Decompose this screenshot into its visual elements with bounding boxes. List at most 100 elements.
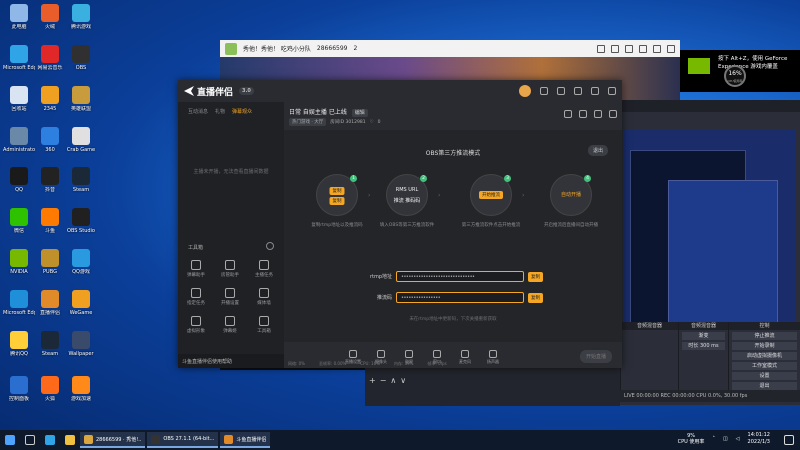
desktop-icon[interactable]: Wallpaper (65, 331, 97, 357)
obs-control-button[interactable]: 停止推流 (732, 332, 797, 340)
desktop-icon[interactable]: 360 (34, 127, 66, 153)
fullscreen-icon[interactable] (597, 44, 605, 53)
more-tools-icon[interactable] (266, 242, 274, 250)
toolbox-item[interactable]: 工具箱 (252, 316, 276, 334)
obs-control-button[interactable]: 启动虚拟摄像机 (732, 352, 797, 360)
copy-key-button[interactable]: 复制 (528, 292, 543, 303)
settings-icon[interactable] (594, 110, 602, 118)
desktop-icon[interactable]: 斗鱼 (34, 208, 66, 234)
desktop-icon[interactable]: 腾讯QQ (3, 331, 35, 357)
rtmp-field[interactable]: •••••••••••••••••••••••••••••• (396, 271, 524, 282)
toolbox-item[interactable]: 虚拟形象 (184, 316, 208, 334)
scene-up-icon[interactable]: ∧ (390, 376, 396, 388)
desktop-icon[interactable]: QQ游戏 (65, 249, 97, 275)
close-icon[interactable] (667, 44, 675, 53)
toolbox-item[interactable]: 房管助手 (218, 260, 242, 278)
add-scene-icon[interactable]: + (369, 376, 376, 388)
chevron-up-icon[interactable]: ˄ (712, 436, 715, 442)
task-view-icon[interactable] (25, 435, 35, 445)
desktop-icon[interactable]: 火狐 (34, 376, 66, 402)
message-icon[interactable] (557, 87, 565, 95)
toolbox-item[interactable]: 指定任务 (184, 288, 208, 306)
desktop-icon[interactable]: Microsoft Edge (3, 290, 35, 316)
exit-mode-button[interactable]: 退出 (587, 145, 608, 156)
live-assistant-window[interactable]: 直播伴侣 3.0 互动消息 礼物 弹幕观众 主播未开播，无法查看直播间数据 工具… (178, 80, 622, 368)
desktop-icon[interactable]: 此电脑 (3, 4, 35, 30)
tab-messages[interactable]: 互动消息 (188, 108, 208, 115)
maximize-icon[interactable] (653, 44, 661, 53)
volume-icon[interactable]: ◁ (736, 436, 740, 442)
desktop-icon[interactable]: Crab Game (65, 127, 97, 153)
toolbar-button[interactable]: 扬声器 (484, 350, 502, 365)
minimize-icon[interactable] (639, 44, 647, 53)
scene-down-icon[interactable]: ∨ (400, 376, 406, 388)
help-link[interactable]: 斗鱼直播伴侣使用帮助 (178, 354, 284, 368)
desktop-icon[interactable]: NVIDIA (3, 249, 35, 275)
tool-icon (225, 288, 235, 298)
desktop-icon[interactable]: OBS Studio (65, 208, 97, 234)
remove-scene-icon[interactable]: − (380, 376, 387, 388)
desktop-icon[interactable]: OBS (65, 45, 97, 71)
user-avatar[interactable] (519, 85, 531, 97)
desktop-icon[interactable]: 微信 (3, 208, 35, 234)
explorer-icon[interactable] (65, 435, 75, 445)
app-header[interactable]: 直播伴侣 3.0 (178, 80, 622, 102)
close-icon[interactable] (608, 87, 616, 95)
desktop-icon[interactable]: 火绒 (34, 4, 66, 30)
taskbar-app[interactable]: 斗鱼直播伴侣 (220, 432, 271, 448)
desktop-icon[interactable]: 抖音 (34, 167, 66, 193)
stream-key-field[interactable]: •••••••••••••••• (396, 292, 524, 303)
toolbar-button[interactable]: 麦克风 (456, 350, 474, 365)
tab-viewers[interactable]: 弹幕观众 (232, 108, 252, 115)
taskbar-app[interactable]: 28666599 · 秀他!.. (80, 432, 146, 448)
desktop-icon[interactable]: 控制面板 (3, 376, 35, 402)
category-tag[interactable]: 热门游戏 · 大厅 (289, 118, 327, 126)
desktop-icon[interactable]: 英雄联盟 (65, 86, 97, 112)
obs-control-button[interactable]: 设置 (732, 372, 797, 380)
desktop-icon[interactable]: Administrator (3, 127, 35, 153)
home-icon[interactable] (611, 44, 619, 53)
edge-icon[interactable] (45, 435, 55, 445)
toolbox-item[interactable]: 弹幕助手 (184, 260, 208, 278)
share-icon[interactable] (564, 110, 572, 118)
bell-icon[interactable] (609, 110, 617, 118)
desktop-icon[interactable]: 直播伴侣 (34, 290, 66, 316)
start-icon[interactable] (5, 435, 15, 445)
desktop-icon[interactable]: 腾讯游戏 (65, 4, 97, 30)
app-icon (72, 290, 90, 308)
desktop-icon[interactable]: 游戏加速 (65, 376, 97, 402)
toolbox-item[interactable]: 弹幕姬 (218, 316, 242, 334)
toolbox-item[interactable]: 媒体墙 (252, 288, 276, 306)
copy-rtmp-button[interactable]: 复制 (528, 271, 543, 282)
obs-control-button[interactable]: 工作室模式 (732, 362, 797, 370)
desktop-icon[interactable]: Microsoft Edge (3, 45, 35, 71)
start-live-button[interactable]: 开始直播 (579, 350, 612, 363)
game-window-titlebar[interactable]: 秀他！秀他！ 吃鸡小分队 28666599 2 (220, 40, 680, 57)
obs-control-button[interactable]: 退出 (732, 382, 797, 390)
lock-icon[interactable] (579, 110, 587, 118)
notification-icon[interactable] (784, 435, 794, 445)
minimize-icon[interactable] (591, 87, 599, 95)
desktop-icon[interactable]: Steam (34, 331, 66, 357)
desktop-icon[interactable]: 回收站 (3, 86, 35, 112)
tab-gifts[interactable]: 礼物 (215, 108, 225, 115)
desktop-icon[interactable]: 网易云音乐 (34, 45, 66, 71)
toolbox-item[interactable]: 开播设置 (218, 288, 242, 306)
edit-title-button[interactable]: 编辑 (351, 109, 368, 117)
menu-icon[interactable] (574, 87, 582, 95)
desktop-icon[interactable]: Steam (65, 167, 97, 193)
obs-control-button[interactable]: 开始录制 (732, 342, 797, 350)
desktop-icon[interactable]: PUBG (34, 249, 66, 275)
transition-select[interactable]: 渐变 (682, 332, 725, 340)
obs-titlebar[interactable] (620, 100, 800, 112)
gamepad-icon[interactable] (625, 44, 633, 53)
desktop-icon[interactable]: QQ (3, 167, 35, 193)
clock[interactable]: 14:01:12 2022/1/3 (748, 432, 770, 446)
desktop-icon[interactable]: WeGame (65, 290, 97, 316)
toolbox-item[interactable]: 主播任务 (252, 260, 276, 278)
taskbar-app[interactable]: OBS 27.1.1 (64-bit... (147, 432, 219, 448)
gift-icon[interactable] (540, 87, 548, 95)
desktop-icon[interactable]: 2345 (34, 86, 66, 112)
network-icon[interactable]: ◫ (723, 436, 728, 442)
transition-duration[interactable]: 时长 300 ms (682, 342, 725, 350)
